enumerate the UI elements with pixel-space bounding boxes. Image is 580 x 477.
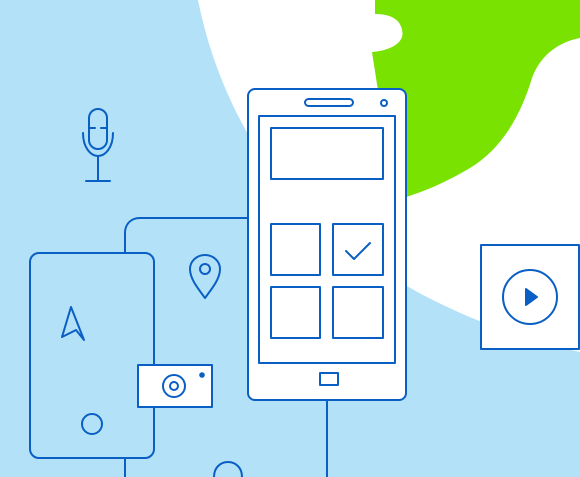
illustration-canvas — [0, 0, 580, 477]
camera-icon — [137, 364, 213, 408]
video-player-icon — [480, 244, 580, 350]
mobile-apps-illustration — [0, 0, 580, 477]
smartphone-icon — [247, 88, 407, 401]
